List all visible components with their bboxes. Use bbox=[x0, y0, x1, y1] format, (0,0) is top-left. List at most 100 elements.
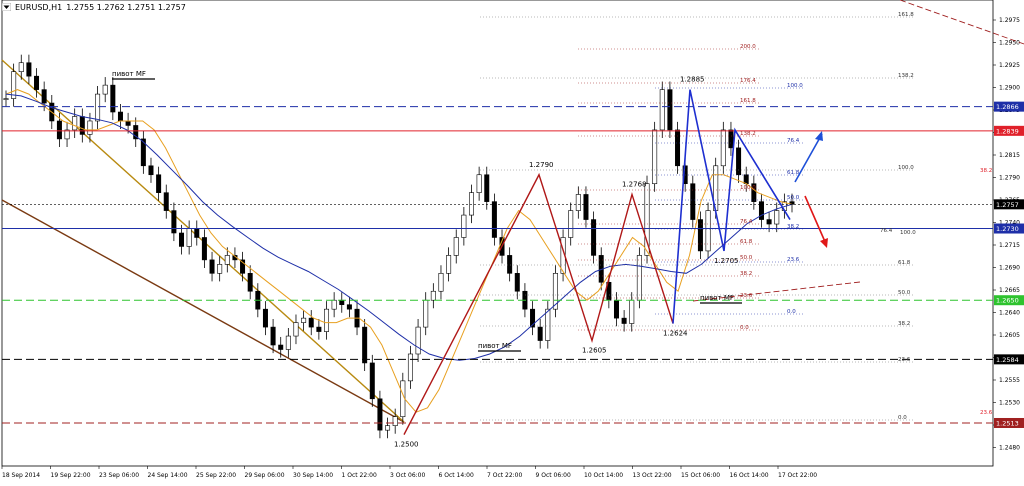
candle-body bbox=[79, 116, 85, 135]
candle-body bbox=[308, 317, 314, 328]
fib-red-label: 176.4 bbox=[740, 78, 756, 84]
moving-average-fast bbox=[5, 89, 793, 413]
x-tick-label: 25 Sep 22:00 bbox=[196, 472, 236, 479]
fib-red-label: 161.8 bbox=[740, 98, 756, 104]
candle-body bbox=[117, 111, 123, 122]
candle-body bbox=[407, 353, 413, 382]
candle-body bbox=[583, 194, 589, 220]
y-tick-label: 1.2530 bbox=[999, 400, 1020, 407]
fib-blue-label: 38.2 bbox=[787, 224, 799, 230]
fib-right-label: 0.0 bbox=[898, 415, 907, 421]
candle-body bbox=[362, 326, 368, 364]
candle-body bbox=[270, 326, 276, 346]
candle-body bbox=[171, 210, 177, 234]
x-tick-label: 16 Oct 14:00 bbox=[730, 472, 769, 479]
level-label: 1.2757 bbox=[996, 201, 1019, 209]
candle-body bbox=[774, 210, 780, 225]
wave-point-label: 1.2768 bbox=[622, 180, 647, 188]
candle-body bbox=[324, 308, 330, 332]
chart-window[interactable]: EURUSD,H1 1.2755 1.2762 1.2751 1.2757 1.… bbox=[0, 0, 1024, 482]
candle-body bbox=[667, 89, 673, 131]
candle-body bbox=[3, 98, 9, 100]
x-tick-label: 23 Sep 06:00 bbox=[99, 472, 139, 479]
fib-red-label: 50.0 bbox=[740, 255, 753, 261]
candle-body bbox=[507, 255, 513, 274]
chart-ohlc: 1.2755 1.2762 1.2751 1.2757 bbox=[66, 2, 186, 12]
wave-point-label: 1.2624 bbox=[663, 330, 688, 338]
plot-frame bbox=[1, 0, 994, 467]
candle-body bbox=[102, 84, 108, 95]
candle-body bbox=[163, 192, 169, 211]
candle-body bbox=[385, 425, 391, 431]
candle-body bbox=[346, 304, 352, 310]
candle-body bbox=[636, 255, 642, 301]
candle-body bbox=[476, 174, 482, 193]
candle-body bbox=[148, 165, 154, 176]
fib-right-label: 100.0 bbox=[898, 165, 914, 171]
level-label: 1.2839 bbox=[996, 127, 1019, 135]
y-tick-label: 1.2815 bbox=[999, 152, 1020, 159]
wave-point-label: 1.2885 bbox=[680, 76, 705, 84]
x-tick-label: 24 Sep 14:00 bbox=[148, 472, 188, 479]
candle-body bbox=[591, 219, 597, 256]
candle-body bbox=[537, 326, 543, 341]
price-chart[interactable]: 1.29751.29501.29251.29001.28751.28501.28… bbox=[0, 0, 1024, 482]
candle-body bbox=[217, 264, 223, 274]
candle-body bbox=[461, 214, 467, 238]
x-tick-label: 1 Oct 22:00 bbox=[342, 472, 377, 479]
candle-body bbox=[545, 308, 551, 341]
wave-point-label: 1.2500 bbox=[394, 441, 419, 449]
level-label: 1.2650 bbox=[996, 297, 1019, 305]
fib-blue-label: 76.4 bbox=[787, 138, 800, 144]
moving-average-slow bbox=[5, 93, 793, 361]
candle-body bbox=[568, 210, 574, 238]
fib-red-label: 38.2 bbox=[740, 271, 752, 277]
level-label: 1.2584 bbox=[996, 356, 1019, 364]
candle-body bbox=[514, 273, 520, 292]
candle-body bbox=[705, 210, 711, 252]
candle-body bbox=[125, 120, 131, 126]
y-tick-label: 1.2690 bbox=[999, 265, 1020, 272]
wave-point-label: 1.2605 bbox=[582, 347, 607, 355]
candle-body bbox=[446, 255, 452, 274]
level-label: 1.2513 bbox=[996, 419, 1019, 427]
candle-body bbox=[423, 299, 429, 328]
arrow-up-blue-head bbox=[815, 131, 823, 141]
candle-body bbox=[278, 344, 284, 350]
y-tick-label: 1.2925 bbox=[999, 62, 1020, 69]
candle-body bbox=[293, 322, 299, 337]
level-label: 1.2730 bbox=[996, 225, 1019, 233]
fib-right-label: 138.2 bbox=[898, 73, 914, 79]
wave-point-label: 1.2790 bbox=[529, 161, 554, 169]
y-tick-label: 1.2555 bbox=[999, 377, 1020, 384]
chart-symbol: EURUSD,H1 bbox=[15, 2, 63, 12]
candle-body bbox=[728, 129, 734, 149]
fib-blue-label: 100.0 bbox=[787, 83, 803, 89]
candle-body bbox=[72, 116, 78, 131]
candle-body bbox=[285, 335, 291, 350]
candle-body bbox=[575, 194, 581, 211]
x-tick-label: 17 Oct 22:00 bbox=[778, 472, 817, 479]
candles-group bbox=[3, 54, 795, 439]
candle-body bbox=[491, 201, 497, 238]
candle-body bbox=[331, 299, 337, 310]
fib-red-label: 61.8 bbox=[740, 239, 753, 245]
candle-body bbox=[720, 129, 726, 167]
x-tick-label: 7 Oct 22:00 bbox=[487, 472, 522, 479]
candle-body bbox=[484, 174, 490, 202]
x-tick-label: 30 Sep 14:00 bbox=[293, 472, 333, 479]
candle-body bbox=[95, 93, 101, 122]
candle-body bbox=[743, 174, 749, 185]
chart-menu-arrow-icon[interactable] bbox=[2, 3, 11, 11]
y-tick-label: 1.2640 bbox=[999, 310, 1020, 317]
candle-body bbox=[316, 326, 322, 332]
candle-body bbox=[675, 129, 681, 167]
candle-body bbox=[453, 237, 459, 256]
fib-red-label: 200.0 bbox=[740, 44, 756, 50]
candle-body bbox=[186, 228, 192, 247]
side-fib-label: 76.4 bbox=[880, 228, 893, 234]
candle-body bbox=[621, 317, 627, 324]
fib-right-label: 61.8 bbox=[898, 260, 911, 266]
fib-blue-label: 61.8 bbox=[787, 170, 800, 176]
fib-blue-label: 23.6 bbox=[787, 257, 800, 263]
